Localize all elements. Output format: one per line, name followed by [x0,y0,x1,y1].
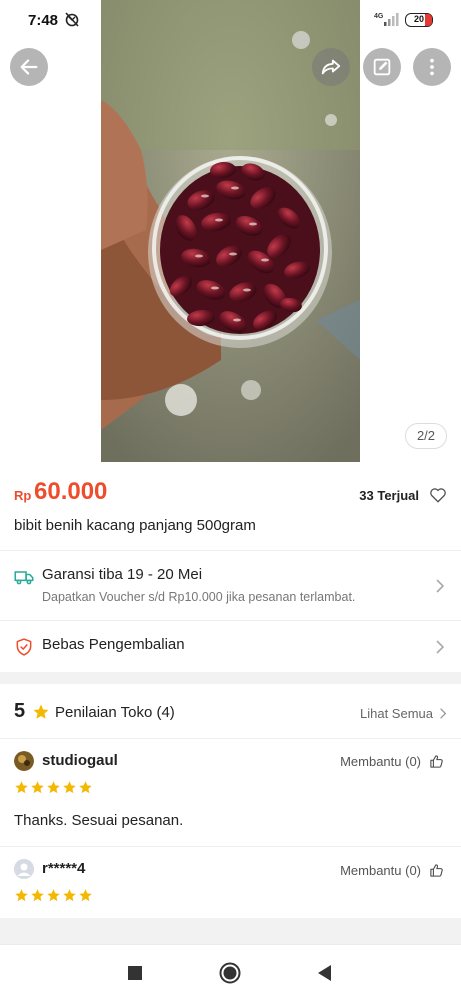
shipping-title: Garansi tiba 19 - 20 Mei [42,566,203,583]
home-circle-icon[interactable] [218,961,242,985]
chevron-right-icon [440,708,447,719]
star-icon [31,889,44,902]
more-button[interactable] [413,48,451,86]
signal-icon [384,13,399,26]
section-divider [0,918,461,944]
star-icon [47,781,60,794]
rating-score: 5 [14,700,26,722]
reviewer-name: r*****4 [42,860,86,877]
price-row: Rp 60.000 33 Terjual [14,476,447,510]
review-item: studiogaul Membantu (0) Thanks. Sesuai p… [0,738,461,846]
star-icon [15,889,28,902]
review-item: r*****4 Membantu (0) [0,846,461,916]
avatar [14,751,34,771]
battery-icon: 20 [405,13,433,27]
alarm-off-icon [65,12,79,27]
image-counter: 2/2 [405,423,447,449]
rating-label: Penilaian Toko (4) [55,704,175,721]
shipping-row[interactable] [0,550,461,620]
section-divider [0,672,461,684]
star-icon [31,781,44,794]
thumbs-up-icon[interactable] [429,863,444,878]
price-value: 60.000 [34,478,108,505]
back-arrow-icon [20,59,38,75]
returns-title: Bebas Pengembalian [42,636,185,653]
recents-square-icon[interactable] [123,961,147,985]
star-icon [63,781,76,794]
thumbs-up-icon[interactable] [429,754,444,769]
more-vert-icon [430,58,434,76]
chevron-right-icon [436,579,445,593]
helpful-button[interactable]: Membantu (0) [340,754,421,769]
share-icon [321,59,341,75]
share-button[interactable] [312,48,350,86]
heart-icon[interactable] [429,486,447,504]
see-all-link[interactable]: Lihat Semua [360,706,433,721]
system-nav-bar [0,944,461,1000]
star-icon [47,889,60,902]
back-button[interactable] [10,48,48,86]
shop-rating-header: 5 Penilaian Toko (4) Lihat Semua [14,700,447,728]
review-stars [14,780,93,795]
star-icon [79,889,92,902]
product-title: bibit benih kacang panjang 500gram [14,517,256,534]
star-icon [33,704,49,719]
sold-count: 33 Terjual [359,488,419,503]
star-icon [63,889,76,902]
review-stars [14,888,93,903]
chevron-right-icon [436,640,445,654]
status-bar: 7:48 4G 20 [0,0,461,40]
network-type: 4G [374,13,384,20]
status-time: 7:48 [28,12,59,29]
product-gallery[interactable]: 2/2 [0,0,461,462]
back-triangle-icon[interactable] [313,961,337,985]
shield-check-icon [16,638,32,656]
reviewer-name: studiogaul [42,752,118,769]
price-currency: Rp [14,488,32,503]
avatar [14,859,34,879]
edit-icon [373,58,391,76]
battery-low-fill [425,14,432,26]
edit-button[interactable] [363,48,401,86]
star-icon [15,781,28,794]
truck-icon [14,571,34,585]
review-text: Thanks. Sesuai pesanan. [14,812,184,829]
star-icon [79,781,92,794]
helpful-button[interactable]: Membantu (0) [340,863,421,878]
shipping-subtitle: Dapatkan Voucher s/d Rp10.000 jika pesan… [42,590,356,604]
battery-level: 20 [413,14,424,24]
